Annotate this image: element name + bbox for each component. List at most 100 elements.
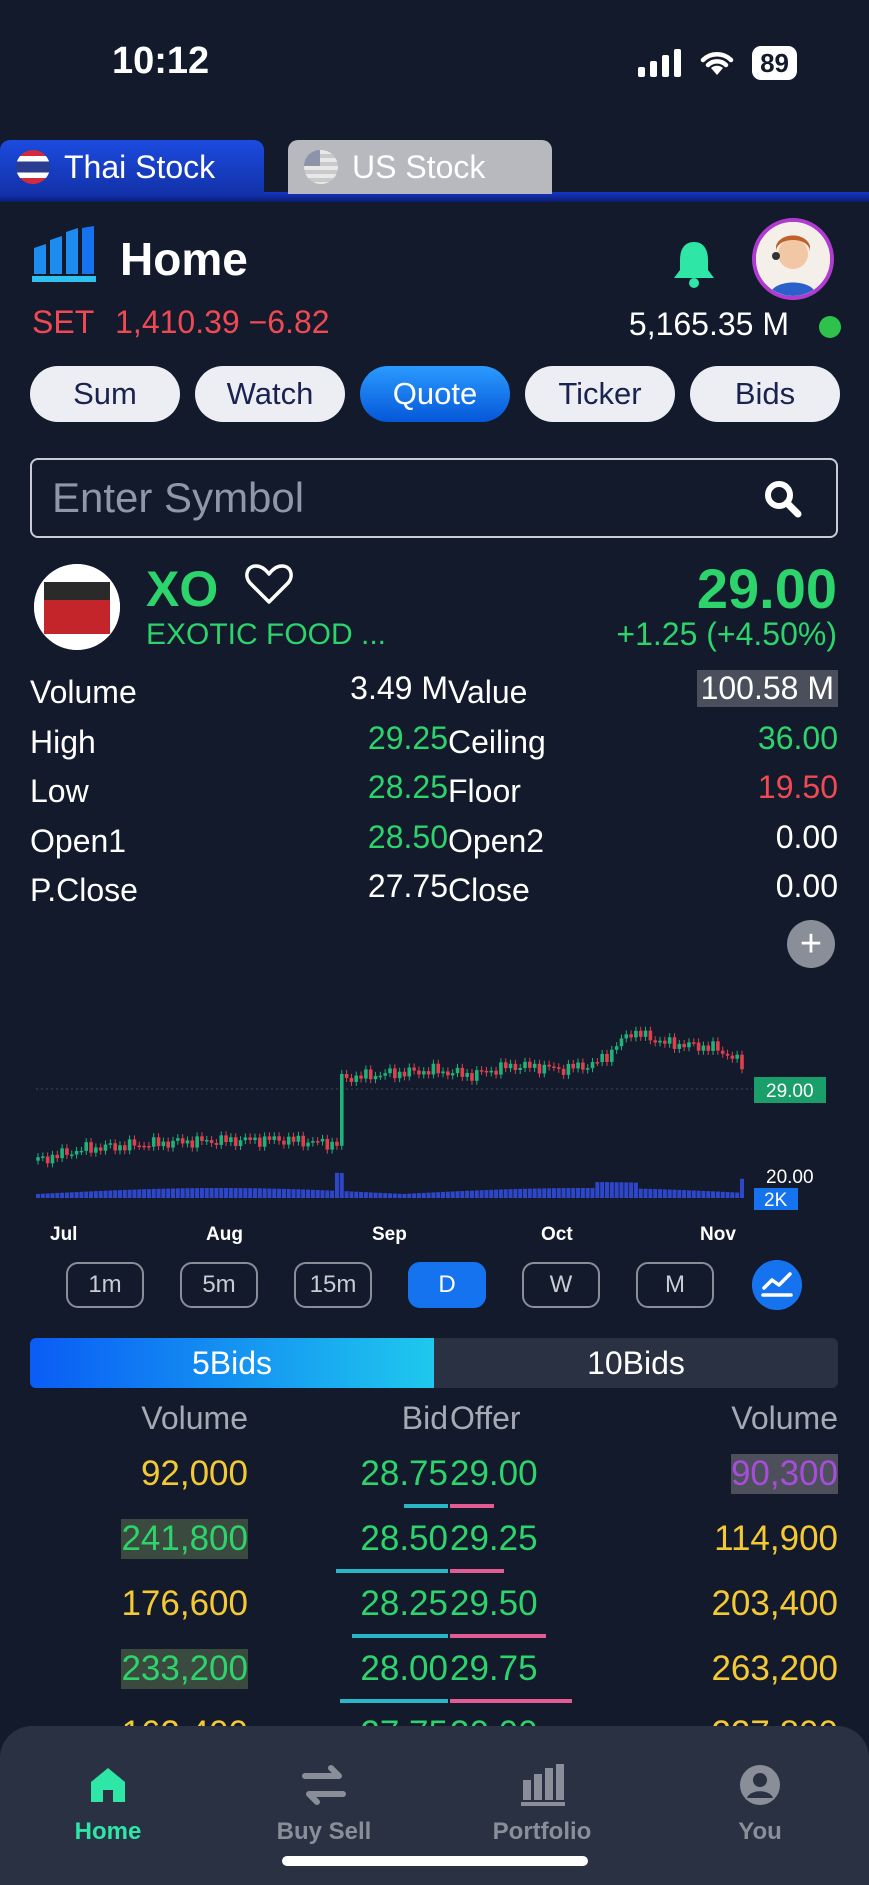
volume-bar	[595, 1182, 600, 1198]
candle-body	[547, 1064, 551, 1067]
bottom-nav-portfolio-label: Portfolio	[492, 1818, 592, 1845]
home-icon	[91, 1768, 125, 1802]
volume-bar	[301, 1189, 306, 1198]
candle-body	[716, 1041, 720, 1051]
user-avatar[interactable]	[752, 218, 834, 300]
stat-value: 0.00	[775, 868, 838, 904]
volume-bar	[243, 1188, 248, 1198]
bid-volume: 241,800	[121, 1519, 248, 1559]
candle-body	[513, 1063, 518, 1070]
favorite-heart-icon[interactable]	[244, 562, 294, 606]
candle-body	[740, 1054, 744, 1070]
volume-bar	[238, 1188, 243, 1198]
nav-watch-button[interactable]: Watch	[195, 366, 345, 422]
volume-bar	[286, 1189, 291, 1198]
candle-body	[315, 1141, 320, 1143]
volume-bar	[720, 1191, 725, 1198]
axis-price-label: 20.00	[766, 1167, 814, 1188]
volume-bar	[532, 1188, 537, 1198]
volume-bar	[431, 1192, 436, 1198]
interval-w-button[interactable]: W	[522, 1262, 600, 1308]
table-row[interactable]: 241,800 28.50 29.25 114,900	[30, 1511, 838, 1576]
nav-quote-button[interactable]: Quote	[360, 366, 510, 422]
volume-bar	[40, 1193, 45, 1198]
bottom-nav-you[interactable]: You	[680, 1762, 840, 1846]
search-icon[interactable]	[764, 480, 802, 518]
interval-15m-button[interactable]: 15m	[294, 1262, 372, 1308]
candle-body	[291, 1136, 296, 1142]
bottom-nav-home[interactable]: Home	[28, 1762, 188, 1846]
bottom-nav-portfolio[interactable]: Portfolio	[462, 1762, 622, 1846]
volume-bar	[407, 1193, 412, 1198]
tab-5bids[interactable]: 5Bids	[30, 1338, 434, 1388]
volume-bar	[344, 1191, 349, 1198]
volume-bar	[590, 1188, 595, 1198]
bottom-nav-home-label: Home	[74, 1818, 142, 1845]
candle-body	[296, 1135, 301, 1142]
table-row[interactable]: 233,200 28.00 29.75 263,200	[30, 1641, 838, 1706]
nav-bids-button[interactable]: Bids	[690, 366, 840, 422]
stat-label: Volume	[30, 674, 137, 710]
notification-bell-icon[interactable]	[672, 238, 716, 288]
candle-body	[272, 1136, 277, 1140]
candle-body	[282, 1140, 286, 1145]
chart-settings-icon[interactable]	[752, 1260, 802, 1310]
volume-bar	[416, 1193, 421, 1198]
volume-bar	[330, 1190, 335, 1198]
volume-bar	[609, 1182, 614, 1198]
nav-sum-button[interactable]: Sum	[30, 366, 180, 422]
month-label: Oct	[541, 1224, 573, 1245]
volume-bar	[228, 1188, 233, 1198]
stats-row: High 29.25 Ceiling 36.00	[30, 718, 838, 768]
stat-value: 3.49 M	[350, 670, 448, 706]
candle-body	[229, 1137, 233, 1143]
tab-10bids[interactable]: 10Bids	[434, 1338, 838, 1388]
symbol-search-input[interactable]	[32, 460, 732, 536]
candle-body	[89, 1142, 93, 1153]
candle-body	[605, 1053, 609, 1062]
candle-body	[518, 1068, 522, 1070]
volume-bar	[450, 1191, 455, 1198]
volume-bar	[479, 1190, 484, 1198]
table-row[interactable]: 92,000 28.75 29.00 90,300	[30, 1446, 838, 1511]
volume-bar	[604, 1182, 609, 1198]
candle-body	[306, 1142, 310, 1147]
volume-bar	[151, 1188, 156, 1198]
bottom-nav-buy-sell[interactable]: Buy Sell	[244, 1762, 404, 1846]
candle-body	[113, 1143, 117, 1151]
interval-d-button[interactable]: D	[408, 1262, 486, 1308]
offer-volume: 90,300	[730, 1454, 838, 1494]
bottom-nav-you-label: You	[738, 1818, 782, 1845]
tab-thai-stock[interactable]: Thai Stock	[0, 140, 264, 194]
bid-volume: 92,000	[140, 1454, 248, 1493]
price-chart[interactable]: 29.00 20.00 2K Jul Aug Sep Oct Nov	[0, 1000, 869, 1250]
candle-body	[677, 1043, 682, 1049]
volume-bar	[315, 1190, 320, 1198]
candle-body	[402, 1071, 407, 1077]
volume-bar	[45, 1193, 50, 1198]
candle-body	[629, 1034, 633, 1038]
candle-body	[489, 1070, 494, 1073]
set-index: SET 1,410.39 −6.82	[32, 304, 330, 341]
volume-bar	[658, 1189, 663, 1198]
candle-body	[74, 1150, 79, 1155]
table-row[interactable]: 176,600 28.25 29.50 203,400	[30, 1576, 838, 1641]
home-header: Home SET 1,410.39 −6.82 5,165.35 M	[0, 210, 869, 350]
candle-body	[176, 1138, 180, 1141]
candle-body	[195, 1136, 199, 1148]
volume-bar	[441, 1191, 446, 1198]
volume-bar	[296, 1189, 301, 1198]
interval-m-button[interactable]: M	[636, 1262, 714, 1308]
add-indicator-button[interactable]: +	[787, 920, 835, 968]
interval-5m-button[interactable]: 5m	[180, 1262, 258, 1308]
volume-bar	[672, 1189, 677, 1198]
volume-bar	[498, 1189, 503, 1198]
volume-bar	[378, 1192, 383, 1198]
volume-bar	[474, 1190, 479, 1198]
candle-body	[373, 1075, 378, 1080]
volume-bar	[161, 1188, 166, 1198]
tab-us-stock[interactable]: US Stock	[288, 140, 552, 194]
volume-bar	[171, 1188, 176, 1198]
nav-ticker-button[interactable]: Ticker	[525, 366, 675, 422]
interval-1m-button[interactable]: 1m	[66, 1262, 144, 1308]
